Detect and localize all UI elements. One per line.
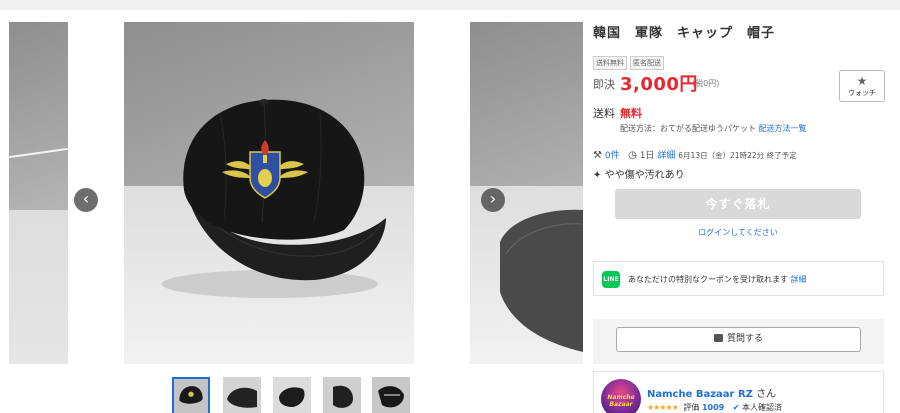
watch-button[interactable]: ★ ウォッチ [839, 70, 885, 102]
chevron-right-icon[interactable]: › [481, 188, 505, 212]
line-coupon-message: あなただけの特別なクーポンを受け取れます [628, 275, 788, 284]
bids-count[interactable]: 0件 [605, 151, 620, 161]
chevron-left-icon[interactable]: ‹ [74, 188, 98, 212]
shipping-label: 送料 [593, 107, 615, 120]
star-icon: ★ [856, 74, 868, 88]
end-time: 6月13日（金）21時22分 終了予定 [678, 151, 797, 160]
rating-count[interactable]: 1009 [702, 403, 724, 412]
top-strip [0, 0, 900, 10]
seller-card: Namche Bazaar Namche Bazaar RZ さん ★★★★★ … [593, 371, 884, 413]
check-shield-icon: ✔ [732, 403, 740, 412]
carousel-slide-previous[interactable] [9, 22, 68, 364]
question-section: 質問する [593, 319, 884, 364]
line-coupon-text: あなただけの特別なクーポンを受け取れます 詳細 [628, 274, 807, 285]
sparkle-icon: ✦ [593, 170, 602, 181]
speech-bubble-icon [713, 334, 723, 342]
tax-note: (税0円) [692, 79, 720, 88]
rating-stars: ★★★★★ [647, 403, 679, 412]
line-icon: LINE [602, 271, 620, 288]
cap-photo [162, 99, 386, 298]
verified-badge: ✔ 本人確認済 [733, 403, 782, 412]
product-page: ‹ › 韓国 軍隊 キャップ 帽子 送料無料 匿名配送 即決 3,000円 (税0… [0, 10, 900, 413]
verified-label: 本人確認済 [742, 403, 783, 412]
avatar[interactable]: Namche Bazaar [601, 379, 641, 413]
time-left: 1日 [639, 151, 655, 161]
thumbnail-1[interactable] [172, 377, 210, 413]
tag-free-shipping: 送料無料 [593, 56, 627, 70]
gavel-icon: ⚒ [593, 150, 602, 161]
price-label: 即決 [593, 78, 615, 91]
seller-honorific: さん [756, 389, 777, 400]
line-coupon-detail-link[interactable]: 詳細 [791, 275, 807, 284]
avatar-logo-text: Namche Bazaar [607, 394, 635, 408]
item-condition: ✦ やや傷や汚れあり [593, 166, 685, 181]
buy-now-button[interactable]: 今すぐ落札 [615, 189, 861, 219]
seller-name: Namche Bazaar RZ さん [647, 385, 776, 400]
detail-link[interactable]: 詳細 [657, 151, 675, 161]
tag-anonymous-shipping: 匿名配送 [630, 56, 664, 70]
price-value: 3,000円 [620, 74, 698, 95]
product-title: 韓国 軍隊 キャップ 帽子 [593, 26, 776, 41]
watch-label: ウォッチ [848, 89, 876, 97]
product-tags: 送料無料 匿名配送 [593, 50, 667, 70]
clock-icon: ◷ [628, 150, 637, 161]
seller-name-link[interactable]: Namche Bazaar RZ [647, 389, 753, 400]
rating-label: 評価 [683, 403, 700, 412]
ask-question-button[interactable]: 質問する [616, 327, 861, 352]
auction-stats: ⚒ 0件 ◷ 1日 詳細 6月13日（金）21時22分 終了予定 [593, 148, 797, 161]
ask-question-label: 質問する [726, 334, 763, 344]
thumbnail-2[interactable] [223, 377, 261, 413]
thumbnail-5[interactable] [372, 377, 410, 413]
login-link[interactable]: ログインしてください [593, 227, 883, 238]
shipping-value: 無料 [620, 107, 642, 120]
shipping-method: 配送方法：おてがる配送ゆうパケット 配送方法一覧 [620, 123, 807, 134]
seller-rating: ★★★★★ 評価 1009 ✔ 本人確認済 [647, 402, 782, 413]
thumbnail-3[interactable] [273, 377, 311, 413]
condition-text: やや傷や汚れあり [604, 170, 685, 181]
shipping-method-text: 配送方法：おてがる配送ゆうパケット [620, 124, 756, 133]
shipping-methods-link[interactable]: 配送方法一覧 [759, 124, 807, 133]
thumbnail-4[interactable] [323, 377, 361, 413]
line-coupon-banner: LINE あなただけの特別なクーポンを受け取れます 詳細 [593, 261, 884, 296]
carousel-slide-main[interactable] [124, 22, 414, 364]
image-carousel: ‹ › [0, 22, 583, 364]
